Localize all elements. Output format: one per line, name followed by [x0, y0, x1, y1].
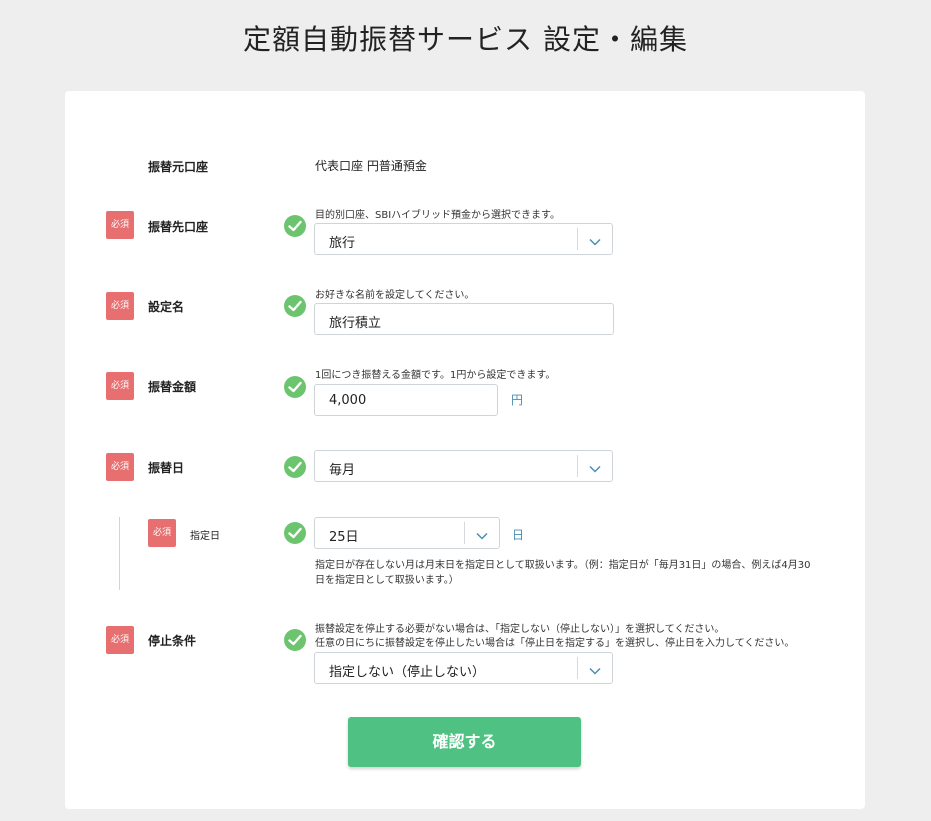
specified-day-unit: 日 — [512, 528, 525, 542]
select-divider — [577, 455, 578, 477]
source-account-label: 振替元口座 — [148, 160, 209, 174]
setting-name-input[interactable]: 旅行積立 — [314, 303, 614, 335]
setting-name-input-value: 旅行積立 — [329, 316, 382, 331]
stop-condition-label: 停止条件 — [148, 634, 197, 648]
select-divider — [464, 522, 465, 544]
chevron-down-icon — [589, 462, 601, 477]
amount-hint: 1回につき振替える金額です。1円から設定できます。 — [315, 370, 556, 381]
check-icon — [284, 295, 306, 317]
specified-day-note-line1: 指定日が存在しない月は月末日を指定日として取扱います。（例：指定日が「毎月31日… — [315, 560, 811, 571]
chevron-down-icon — [476, 529, 488, 544]
dest-account-hint: 目的別口座、SBIハイブリッド預金から選択できます。 — [315, 210, 560, 221]
confirm-button[interactable]: 確認する — [348, 717, 581, 767]
chevron-down-icon — [589, 664, 601, 679]
dest-account-select[interactable]: 旅行 — [314, 223, 613, 255]
specified-day-note-line2: 日を指定日として取扱います。） — [315, 575, 459, 586]
required-badge: 必須 — [106, 372, 134, 400]
stop-condition-select-value: 指定しない（停止しない） — [329, 665, 486, 680]
select-divider — [577, 657, 578, 679]
select-divider — [577, 228, 578, 250]
amount-unit: 円 — [511, 393, 524, 407]
source-account-value: 代表口座 円普通預金 — [315, 159, 427, 173]
check-icon — [284, 215, 306, 237]
page-title: 定額自動振替サービス 設定・編集 — [243, 23, 688, 56]
transfer-day-select-value: 毎月 — [329, 463, 356, 478]
check-icon — [284, 522, 306, 544]
amount-input-value: 4,000 — [329, 393, 367, 408]
dest-account-label: 振替先口座 — [148, 220, 209, 234]
check-icon — [284, 456, 306, 478]
specified-day-label: 指定日 — [190, 531, 220, 542]
required-badge: 必須 — [106, 626, 134, 654]
transfer-day-label: 振替日 — [148, 461, 185, 475]
stop-condition-hint-line2: 任意の日にちに振替設定を停止したい場合は「停止日を指定する」を選択し、停止日を入… — [315, 638, 795, 649]
required-badge: 必須 — [148, 519, 176, 547]
chevron-down-icon — [589, 235, 601, 250]
setting-name-label: 設定名 — [148, 300, 185, 314]
required-badge: 必須 — [106, 211, 134, 239]
stop-condition-select[interactable]: 指定しない（停止しない） — [314, 652, 613, 684]
amount-input[interactable]: 4,000 — [314, 384, 498, 416]
dest-account-select-value: 旅行 — [329, 236, 356, 251]
check-icon — [284, 629, 306, 651]
branch-line — [119, 517, 120, 590]
setting-name-hint: お好きな名前を設定してください。 — [315, 290, 475, 301]
required-badge: 必須 — [106, 453, 134, 481]
specified-day-select[interactable]: 25日 — [314, 517, 500, 549]
stop-condition-hint-line1: 振替設定を停止する必要がない場合は、「指定しない（停止しない）」を選択してくださ… — [315, 624, 725, 635]
required-badge: 必須 — [106, 292, 134, 320]
check-icon — [284, 376, 306, 398]
amount-label: 振替金額 — [148, 380, 197, 394]
specified-day-select-value: 25日 — [329, 530, 359, 545]
transfer-day-select[interactable]: 毎月 — [314, 450, 613, 482]
